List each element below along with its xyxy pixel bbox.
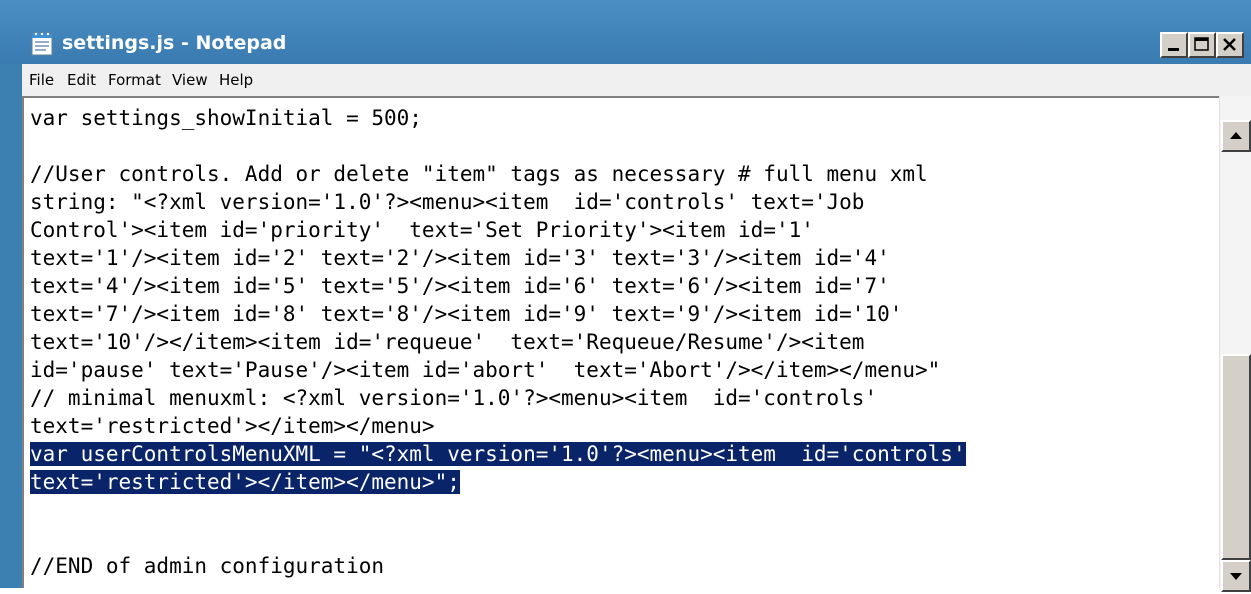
scroll-up-arrow-icon [1230,132,1242,139]
menu-bar: File Edit Format View Help [22,64,1251,96]
text-line[interactable]: // minimal menuxml: <?xml version='1.0'?… [30,384,877,412]
text-editor[interactable]: var settings_showInitial = 500; //User co… [22,96,1251,588]
scroll-down-button[interactable] [1221,560,1251,592]
maximize-icon [1194,37,1209,51]
scroll-thumb[interactable] [1221,354,1251,560]
vertical-scrollbar[interactable] [1219,96,1251,592]
text-line[interactable]: string: "<?xml version='1.0'?><menu><ite… [30,188,864,216]
text-content[interactable]: var settings_showInitial = 500; //User co… [30,104,1220,588]
title-bar[interactable]: settings.js - Notepad [0,0,1251,64]
close-icon [1223,38,1236,51]
maximize-button[interactable] [1188,32,1216,58]
text-line[interactable]: text='restricted'></item></menu> [30,412,435,440]
text-line[interactable]: Control'><item id='priority' text='Set P… [30,216,814,244]
text-line[interactable]: //User controls. Add or delete "item" ta… [30,160,928,188]
menu-edit[interactable]: Edit [67,69,96,91]
minimize-icon [1168,48,1179,51]
close-button[interactable] [1216,32,1244,58]
notepad-icon[interactable] [30,30,54,56]
window-title: settings.js - Notepad [62,32,287,54]
menu-view[interactable]: View [172,69,208,91]
menu-format[interactable]: Format [108,69,161,91]
scroll-up-button[interactable] [1221,120,1251,152]
text-line[interactable]: //END of admin configuration [30,552,384,580]
text-line[interactable]: text='7'/><item id='8' text='8'/><item i… [30,300,902,328]
text-line[interactable]: var userControlsMenuXML = "<?xml version… [30,440,966,468]
selected-text[interactable]: text='restricted'></item></menu>"; [30,470,460,494]
text-line[interactable]: text='10'/></item><item id='requeue' tex… [30,328,864,356]
minimize-button[interactable] [1160,32,1188,58]
text-line[interactable]: text='1'/><item id='2' text='2'/><item i… [30,244,890,272]
text-line[interactable]: var settings_showInitial = 500; [30,104,422,132]
notepad-window: settings.js - Notepad File Edit Format V… [0,0,1251,592]
menu-help[interactable]: Help [219,69,253,91]
text-line[interactable]: text='4'/><item id='5' text='5'/><item i… [30,272,890,300]
text-line[interactable]: id='pause' text='Pause'/><item id='abort… [30,356,940,384]
menu-file[interactable]: File [29,69,54,91]
text-line[interactable]: text='restricted'></item></menu>"; [30,468,460,496]
scroll-down-arrow-icon [1230,573,1242,580]
selected-text[interactable]: var userControlsMenuXML = "<?xml version… [30,442,966,466]
